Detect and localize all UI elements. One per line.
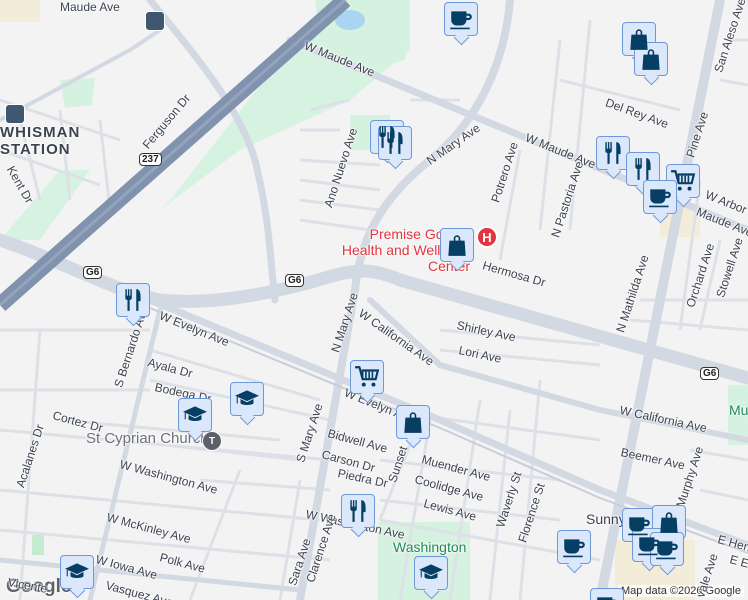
map-attribution[interactable]: Map data ©2026 Google bbox=[617, 585, 744, 597]
restaurant-icon bbox=[345, 498, 371, 524]
grocery-cart-icon bbox=[354, 364, 380, 390]
place-pin-coffee[interactable] bbox=[557, 530, 591, 564]
restaurant-icon bbox=[630, 156, 656, 182]
school-icon bbox=[418, 560, 444, 586]
place-pin-restaurant[interactable] bbox=[596, 136, 630, 170]
coffee-icon bbox=[448, 6, 474, 32]
place-pin-shopping-bag[interactable] bbox=[634, 42, 668, 76]
place-pin-restaurant[interactable] bbox=[116, 283, 150, 317]
hospital-marker[interactable]: H bbox=[476, 226, 498, 248]
restaurant-icon bbox=[382, 130, 408, 156]
place-pin-coffee[interactable] bbox=[590, 588, 624, 600]
restaurant-icon bbox=[600, 140, 626, 166]
grocery-cart-icon bbox=[670, 168, 696, 194]
restaurant-icon bbox=[120, 287, 146, 313]
school-icon bbox=[234, 386, 260, 412]
place-pin-school[interactable] bbox=[414, 556, 448, 590]
station-name: WHISMAN STATION bbox=[0, 124, 81, 158]
coffee-icon bbox=[654, 536, 680, 562]
town-label: Sunny bbox=[586, 511, 626, 527]
place-pin-restaurant[interactable] bbox=[626, 152, 660, 186]
park-label-partial[interactable]: Mu bbox=[729, 403, 748, 417]
station-label: WHISMAN STATION bbox=[0, 124, 81, 158]
route-g6-shield: G6 bbox=[700, 367, 720, 380]
route-237-shield: 237 bbox=[139, 153, 162, 166]
place-pin-school[interactable] bbox=[230, 382, 264, 416]
place-pin-shopping-bag[interactable] bbox=[440, 228, 474, 262]
train-station-icon[interactable] bbox=[5, 104, 25, 124]
place-pin-restaurant[interactable] bbox=[341, 494, 375, 528]
transit-marker[interactable]: T bbox=[202, 431, 222, 451]
shopping-bag-icon bbox=[444, 232, 470, 258]
place-pin-coffee[interactable] bbox=[650, 532, 684, 566]
school-icon bbox=[64, 559, 90, 585]
coffee-icon bbox=[561, 534, 587, 560]
street-label: Maude Ave bbox=[60, 0, 120, 14]
shopping-bag-icon bbox=[400, 409, 426, 435]
school-icon bbox=[182, 402, 208, 428]
map-canvas[interactable]: 237 G6 G6 G6 WHISMAN STATION Premise Goo… bbox=[0, 0, 748, 600]
route-g6-shield: G6 bbox=[83, 266, 103, 279]
place-pin-coffee[interactable] bbox=[444, 2, 478, 36]
route-g6-shield: G6 bbox=[285, 274, 305, 287]
place-pin-shopping-bag[interactable] bbox=[396, 405, 430, 439]
place-pin-school[interactable] bbox=[60, 555, 94, 589]
coffee-icon bbox=[594, 592, 620, 600]
place-pin-school[interactable] bbox=[178, 398, 212, 432]
place-pin-restaurant[interactable] bbox=[378, 126, 412, 160]
place-pin-grocery-cart[interactable] bbox=[350, 360, 384, 394]
place-pin-coffee[interactable] bbox=[643, 180, 677, 214]
train-station-icon[interactable] bbox=[145, 11, 165, 31]
shopping-bag-icon bbox=[638, 46, 664, 72]
park-label[interactable]: Washington bbox=[393, 540, 466, 554]
coffee-icon bbox=[647, 184, 673, 210]
